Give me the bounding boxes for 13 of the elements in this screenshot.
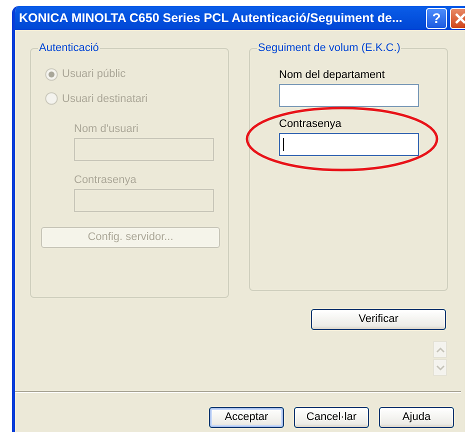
field-label: Contrasenya bbox=[279, 117, 342, 131]
verify-button[interactable]: Verificar bbox=[311, 309, 446, 330]
help-button[interactable]: ? bbox=[426, 8, 447, 28]
dialog-button[interactable]: Acceptar bbox=[209, 407, 284, 428]
group-title: Seguiment de volum (E.K.C.) bbox=[257, 41, 402, 55]
field-label: Contrasenya bbox=[74, 173, 138, 187]
radio-label: Usuari destinatari bbox=[62, 92, 148, 106]
radio-label: Usuari públic bbox=[62, 67, 126, 82]
field-label: Nom d'usuari bbox=[74, 122, 140, 136]
dialog-button[interactable]: Ajuda bbox=[379, 407, 454, 428]
window-title: KONICA MINOLTA C650 Series PCL Autenticació/Seguiment de... bbox=[19, 10, 404, 27]
field-label: Nom del departament bbox=[279, 68, 386, 82]
dialog-button[interactable]: Cancel·lar bbox=[294, 407, 369, 428]
